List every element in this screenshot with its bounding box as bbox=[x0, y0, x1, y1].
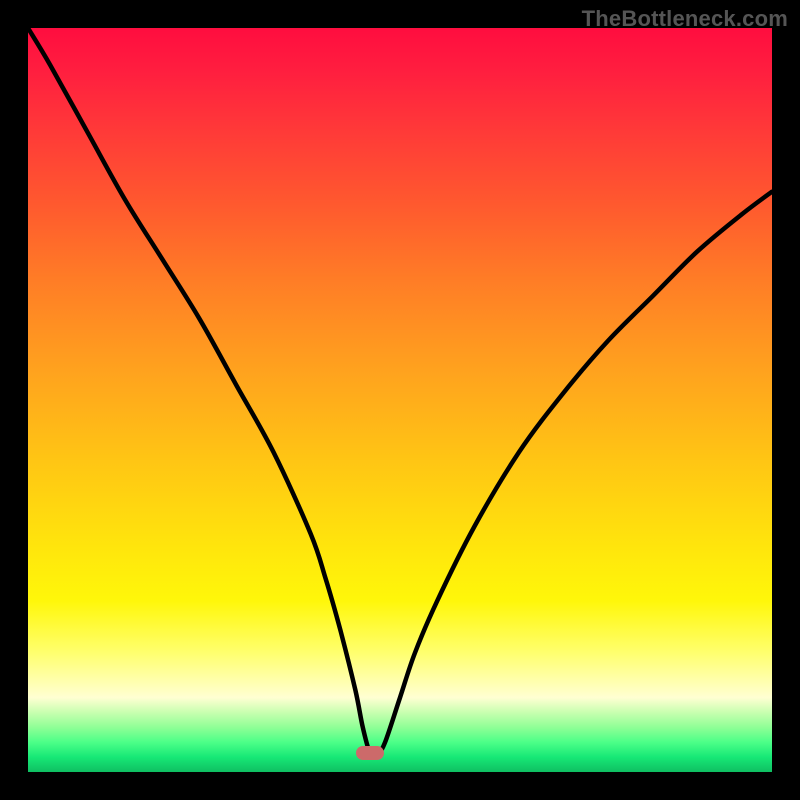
bottleneck-curve bbox=[28, 28, 772, 772]
chart-frame: TheBottleneck.com bbox=[0, 0, 800, 800]
bottleneck-marker bbox=[356, 746, 384, 760]
plot-area bbox=[28, 28, 772, 772]
curve-path bbox=[28, 28, 772, 756]
